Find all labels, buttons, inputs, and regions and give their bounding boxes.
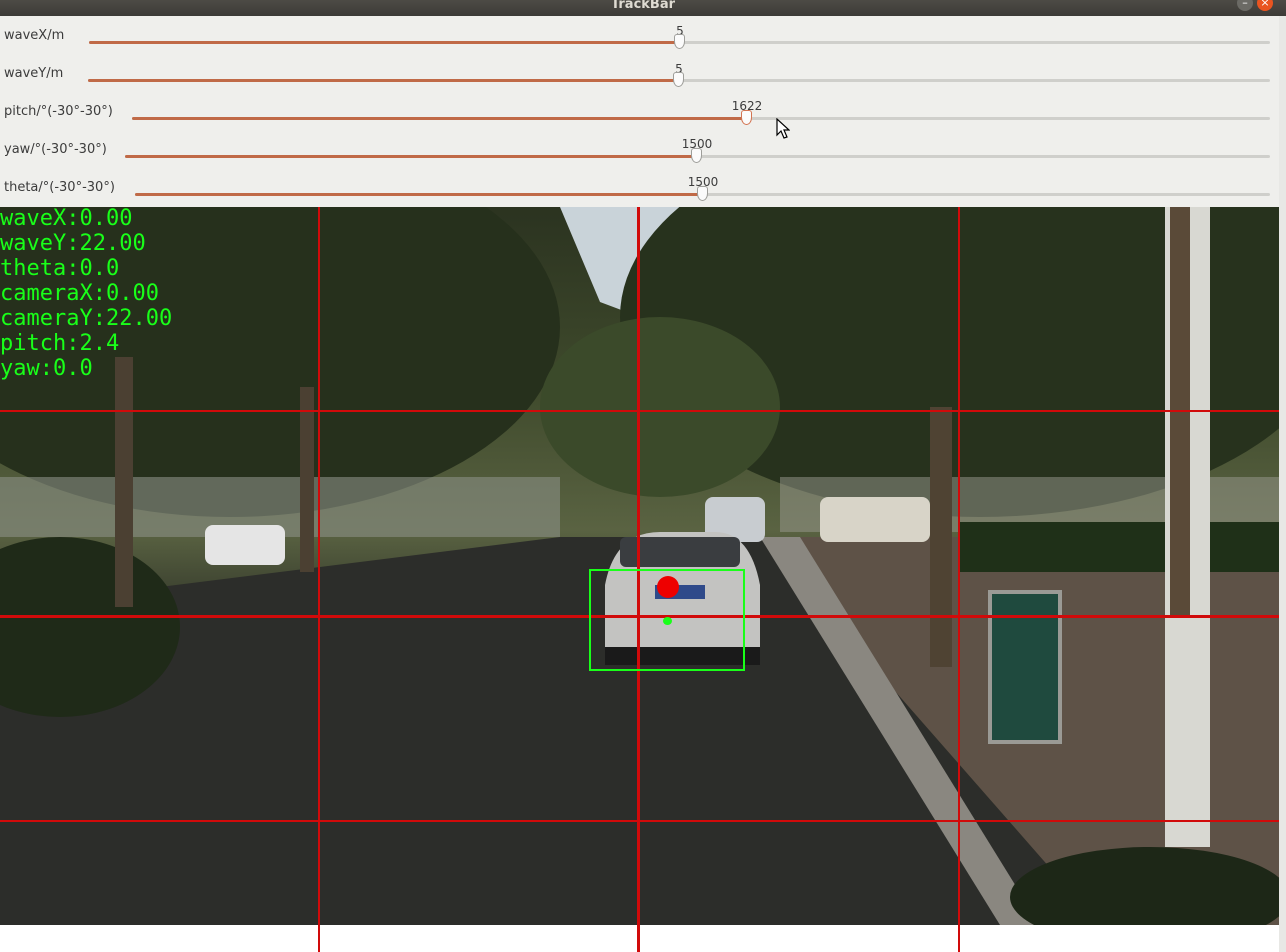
grid-line-horizontal-2 <box>0 820 1279 822</box>
scrollbar[interactable] <box>1279 16 1286 952</box>
detection-center-dot <box>657 576 679 598</box>
tree-trunk-right <box>930 407 952 667</box>
window-titlebar: TrackBar – × <box>0 0 1286 16</box>
trackbar-panel: waveX/m 5 waveY/m 5 pitch/°(-30°-30°) 16… <box>0 16 1279 207</box>
overlay-pitch: pitch:2.4 <box>0 331 120 356</box>
trackbar-label-pitch: pitch/°(-30°-30°) <box>4 104 113 119</box>
hedge-right <box>960 522 1279 572</box>
trackbar-fill-theta <box>135 193 702 196</box>
trackbar-handle-wavex[interactable] <box>674 34 685 49</box>
trackbar-label-theta: theta/°(-30°-30°) <box>4 180 115 195</box>
tree-trunk-left-2 <box>300 387 314 572</box>
grid-line-horizontal-1 <box>0 410 1279 412</box>
camera-image <box>0 207 1279 925</box>
pose-overlay: waveX:0.00 waveY:22.00 theta:0.0 cameraX… <box>0 206 172 381</box>
grid-line-vertical-2 <box>958 207 960 925</box>
overlay-wavey: waveY:22.00 <box>0 231 146 256</box>
trackbar-label-yaw: yaw/°(-30°-30°) <box>4 142 107 157</box>
trackbar-fill-wavey <box>88 79 679 82</box>
grid-line-vertical-center <box>637 207 640 925</box>
window-title: TrackBar <box>610 0 676 12</box>
van-right <box>820 497 930 542</box>
overlay-wavex: waveX:0.00 <box>0 206 133 231</box>
overlay-theta: theta:0.0 <box>0 256 120 281</box>
parked-car-left <box>205 525 285 565</box>
trackbar-handle-wavey[interactable] <box>673 72 684 87</box>
trackbar-label-wavex: waveX/m <box>4 28 65 43</box>
overlay-camerax: cameraX:0.00 <box>0 281 159 306</box>
ground-contact-dot <box>663 617 672 625</box>
tree-trunk-left <box>115 357 133 607</box>
mouse-cursor-icon <box>776 118 790 139</box>
trackbar-fill-wavex <box>89 41 680 44</box>
overlay-yaw: yaw:0.0 <box>0 356 93 381</box>
overlay-cameray: cameraY:22.00 <box>0 306 173 331</box>
grid-line-vertical-1 <box>318 207 320 925</box>
trackbar-fill-pitch <box>132 117 747 120</box>
grid-line-vertical-center-ext <box>637 925 640 952</box>
trackbar-fill-yaw <box>125 155 697 158</box>
trackbar-handle-pitch[interactable] <box>741 110 752 125</box>
trackbar-label-wavey: waveY/m <box>4 66 64 81</box>
trackbar-handle-theta[interactable] <box>697 186 708 201</box>
tree-trunk-bark <box>1170 207 1190 617</box>
trackbar-handle-yaw[interactable] <box>691 148 702 163</box>
tree-canopy-center <box>540 317 780 497</box>
grid-line-vertical-2-ext <box>958 925 960 952</box>
grid-line-vertical-1-ext <box>318 925 320 952</box>
